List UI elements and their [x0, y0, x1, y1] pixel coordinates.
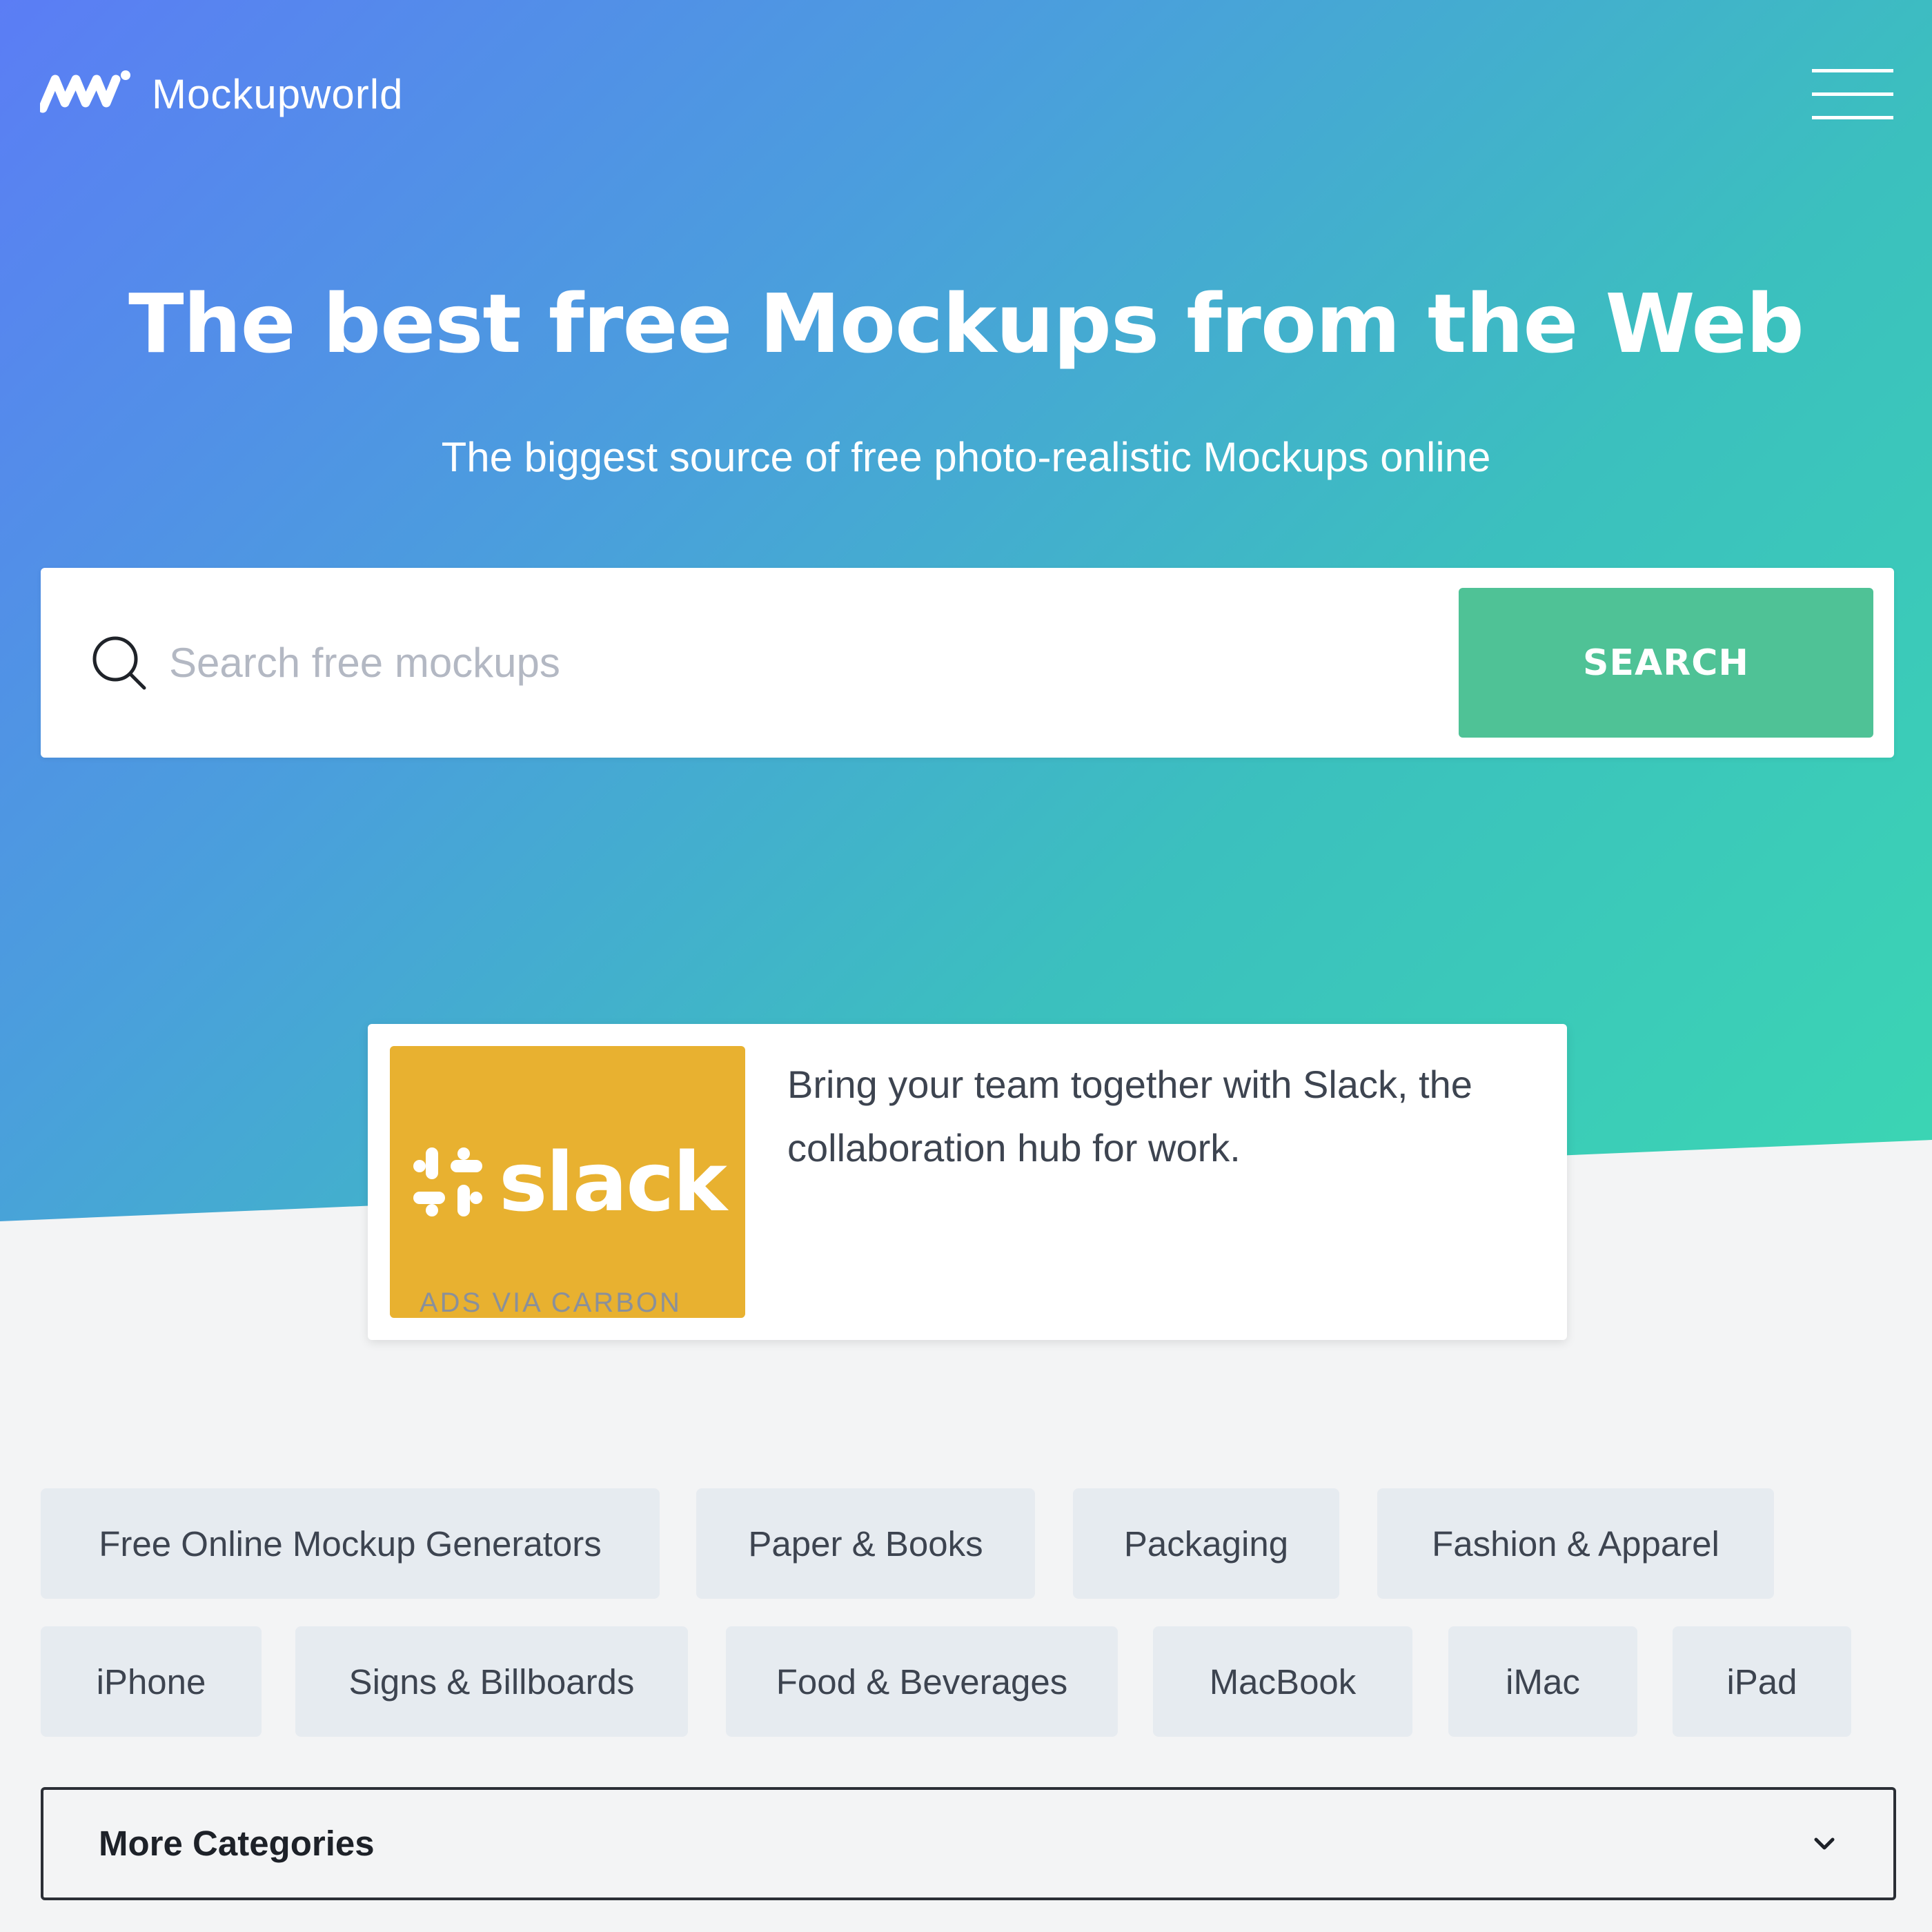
- more-categories-dropdown[interactable]: More Categories: [41, 1787, 1896, 1900]
- ad-text[interactable]: Bring your team together with Slack, the…: [787, 1053, 1539, 1180]
- category-food-beverages[interactable]: Food & Beverages: [726, 1626, 1118, 1737]
- brand-name: Mockupworld: [152, 70, 404, 117]
- hero-subtitle: The biggest source of free photo-realist…: [441, 434, 1491, 480]
- search-icon: [92, 636, 146, 690]
- more-categories-label: More Categories: [99, 1824, 375, 1863]
- ad-brand-word: slack: [499, 1134, 727, 1230]
- slack-logo-icon: [413, 1147, 483, 1216]
- site-logo[interactable]: Mockupworld: [40, 66, 403, 121]
- category-packaging[interactable]: Packaging: [1073, 1488, 1339, 1599]
- menu-bar: [1812, 69, 1893, 72]
- category-signs-billboards[interactable]: Signs & Billboards: [295, 1626, 688, 1737]
- search-input[interactable]: [168, 613, 1447, 711]
- chevron-down-icon: [1814, 1837, 1835, 1850]
- mockupworld-logo-icon: [40, 70, 130, 113]
- category-imac[interactable]: iMac: [1448, 1626, 1637, 1737]
- menu-bar: [1812, 116, 1893, 119]
- category-free-online-mockup-generators[interactable]: Free Online Mockup Generators: [41, 1488, 660, 1599]
- hamburger-menu-icon[interactable]: [1812, 69, 1893, 120]
- category-ipad[interactable]: iPad: [1673, 1626, 1851, 1737]
- page: Mockupworld The best free Mockups from t…: [0, 0, 1932, 1932]
- search-button[interactable]: SEARCH: [1459, 588, 1873, 738]
- category-iphone[interactable]: iPhone: [41, 1626, 262, 1737]
- ad-attribution[interactable]: ADS VIA CARBON: [420, 1288, 682, 1319]
- category-fashion-apparel[interactable]: Fashion & Apparel: [1377, 1488, 1774, 1599]
- search-bar: SEARCH: [41, 568, 1894, 758]
- category-macbook[interactable]: MacBook: [1153, 1626, 1412, 1737]
- menu-bar: [1812, 92, 1893, 96]
- ad-image[interactable]: slack: [390, 1046, 745, 1318]
- category-paper-books[interactable]: Paper & Books: [696, 1488, 1035, 1599]
- hero-title: The best free Mockups from the Web: [128, 276, 1804, 371]
